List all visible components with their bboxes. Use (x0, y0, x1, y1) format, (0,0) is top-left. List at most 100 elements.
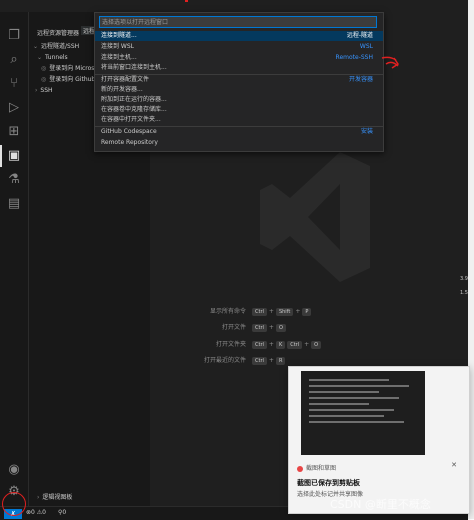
palette-item-label: 新的开发容器... (101, 86, 143, 93)
screenshot-thumbnail[interactable] (301, 371, 425, 455)
run-debug-icon[interactable]: ▷ (6, 100, 22, 116)
tree-item-tunnels[interactable]: ⌄ Tunnels (37, 53, 68, 63)
palette-item-github-codespace[interactable]: GitHub Codespace 安装 (95, 127, 383, 137)
tree-section-remote[interactable]: ⌄ 远程隧道/SSH (33, 42, 79, 52)
palette-item-label: 打开容器配置文件 (101, 76, 150, 83)
sidebar-footer-label: 逻辑视图板 (42, 494, 73, 501)
shortcut-label: 显示所有命令 (209, 308, 246, 315)
thumb-line (309, 385, 409, 387)
sidebar-footer[interactable]: › 逻辑视图板 (37, 492, 72, 501)
shortcut-open-folder: 打开文件夹 Ctrl + K Ctrl + O (160, 339, 323, 349)
tree-item-label: SSH (40, 87, 53, 94)
palette-item-label: 在容器中打开文件夹... (101, 116, 161, 123)
key: R (275, 357, 286, 365)
thumb-line (309, 397, 399, 399)
chevron-right-icon: › (35, 87, 38, 94)
close-icon[interactable]: ✕ (451, 461, 457, 469)
vscode-watermark-logo (260, 152, 370, 282)
thumb-line (309, 391, 379, 393)
chevron-down-icon: ⌄ (37, 54, 43, 61)
problems-indicator[interactable]: ⊗0 ⚠0 (26, 509, 46, 516)
key: Ctrl (252, 308, 267, 316)
palette-item-connect-tunnel[interactable]: 连接到隧道... 远程-隧道 (95, 31, 383, 41)
title-bar (0, 0, 474, 12)
thumb-line (309, 415, 384, 417)
red-arrow-annotation (381, 56, 400, 69)
palette-item-detail: 开发容器 (348, 76, 373, 83)
thumb-line (309, 421, 404, 423)
key: Ctrl (252, 357, 267, 365)
search-icon[interactable]: ⌕ (6, 52, 22, 68)
key: Ctrl (252, 341, 267, 349)
testing-icon[interactable]: ⚗ (6, 172, 22, 188)
side-number: 3.9 (460, 276, 468, 282)
red-annotation-mark (185, 0, 188, 2)
command-palette: 选择选项以打开远程窗口 连接到隧道... 远程-隧道 连接到 WSL WSL 连接到… (94, 12, 384, 152)
palette-item-label: 连接到隧道... (101, 32, 137, 39)
palette-item-label: 附加到正在运行的容器... (101, 96, 167, 103)
palette-item-detail: Remote-SSH (335, 54, 373, 61)
shortcut-label: 打开文件 (221, 324, 246, 331)
account-icon[interactable]: ◉ (6, 462, 22, 478)
shortcut-label: 打开最近的文件 (203, 357, 246, 364)
palette-item-remote-repository[interactable]: Remote Repository (95, 138, 383, 148)
remote-explorer-icon[interactable]: ▣ (6, 148, 22, 164)
palette-item-label: GitHub Codespace (101, 128, 157, 135)
tree-item-label: 登录到向 Github (49, 76, 96, 83)
red-circle-annotation (2, 492, 26, 516)
palette-item-new-dev-container[interactable]: 新的开发容器... (95, 85, 383, 95)
key: Ctrl (287, 341, 303, 349)
terminal-icon[interactable]: ▤ (6, 196, 22, 212)
palette-item-connect-current-window[interactable]: 将当前窗口连接到主机... (95, 63, 383, 73)
files-icon[interactable]: ❐ (6, 28, 22, 44)
error-count: 0 (31, 509, 35, 516)
palette-item-connect-host[interactable]: 连接到主机... Remote-SSH (95, 53, 383, 63)
tree-item-label: Tunnels (45, 54, 68, 61)
extensions-icon[interactable]: ⊞ (6, 124, 22, 140)
thumb-line (309, 409, 394, 411)
palette-item-open-folder-container[interactable]: 在容器中打开文件夹... (95, 115, 383, 125)
palette-item-label: 连接到 WSL (101, 43, 134, 50)
palette-item-detail: 远程-隧道 (346, 32, 373, 39)
palette-item-open-container-config[interactable]: 打开容器配置文件 开发容器 (95, 75, 383, 85)
ports-indicator[interactable]: ⚲0 (58, 509, 66, 516)
palette-item-label: 将当前窗口连接到主机... (101, 64, 167, 71)
shortcut-show-commands: 显示所有命令 Ctrl + Shift + P (160, 306, 313, 316)
palette-item-detail: 安装 (360, 128, 373, 135)
palette-item-connect-wsl[interactable]: 连接到 WSL WSL (95, 42, 383, 52)
palette-item-attach-container[interactable]: 附加到正在运行的容器... (95, 95, 383, 105)
thumb-line (309, 403, 369, 405)
palette-item-detail: WSL (359, 43, 373, 50)
account-icon: ◎ (41, 65, 47, 72)
side-number: 1.5 (460, 290, 468, 296)
active-indicator (0, 145, 2, 167)
csdn-watermark: CSDN @断里不概念 (330, 498, 431, 511)
key: O (311, 341, 322, 349)
toast-app-name: 截图和草图 (297, 463, 336, 472)
toast-app-label: 截图和草图 (306, 465, 337, 472)
shortcut-open-file: 打开文件 Ctrl + O (160, 322, 288, 332)
key: P (302, 308, 312, 316)
key: K (275, 341, 286, 349)
tree-item-ssh[interactable]: › SSH (35, 86, 53, 96)
toast-title: 截图已保存到剪贴板 (297, 479, 360, 487)
chevron-right-icon: › (37, 494, 40, 501)
key: O (275, 324, 286, 332)
snipping-tool-icon (297, 465, 303, 472)
account-icon: ◎ (41, 76, 47, 83)
palette-item-label: 在容器卷中克隆存储库... (101, 106, 167, 113)
chevron-down-icon: ⌄ (33, 43, 39, 50)
sidebar-title: 远程资源管理器 (37, 30, 80, 37)
source-control-icon[interactable]: ⑂ (6, 76, 22, 92)
palette-item-clone-volume[interactable]: 在容器卷中克隆存储库... (95, 105, 383, 115)
palette-input[interactable]: 选择选项以打开远程窗口 (99, 16, 377, 28)
screenshot-toast[interactable]: 截图和草图 ✕ 截图已保存到剪贴板 选择此处标记并共享图像 (288, 366, 470, 514)
shortcut-open-recent: 打开最近的文件 Ctrl + R (160, 355, 287, 365)
warning-count: 0 (42, 509, 46, 516)
palette-item-label: 连接到主机... (101, 54, 137, 61)
thumb-line (309, 379, 389, 381)
palette-item-label: Remote Repository (101, 139, 158, 146)
key: Ctrl (252, 324, 267, 332)
tree-section-label: 远程隧道/SSH (41, 43, 80, 50)
tree-item-login-github[interactable]: ◎ 登录到向 Github (41, 75, 95, 85)
